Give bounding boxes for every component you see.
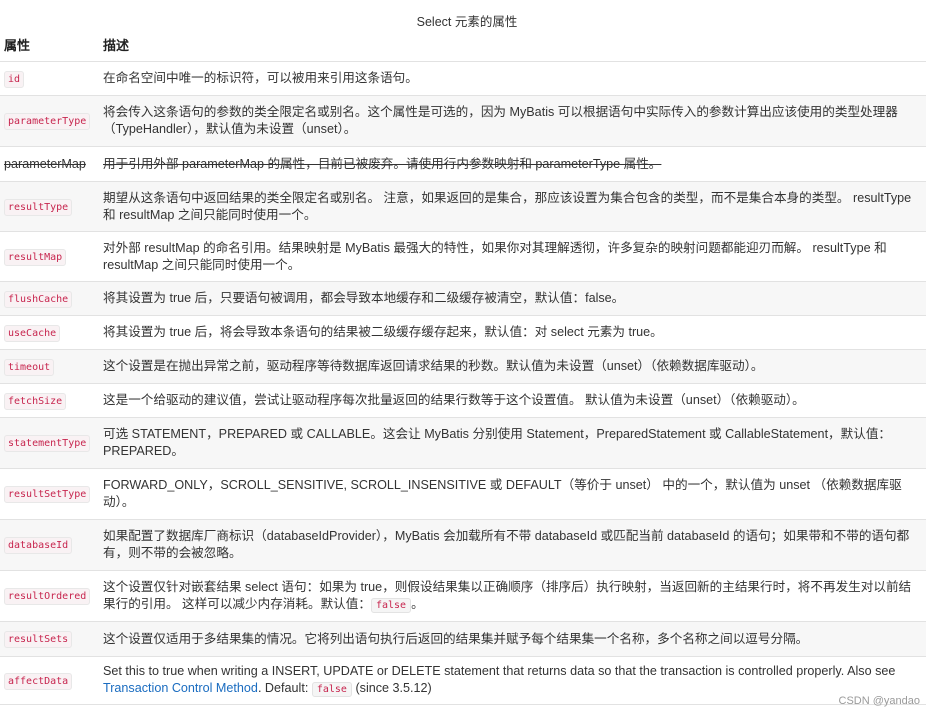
affectdata-desc-end: (since 3.5.12) <box>351 681 432 695</box>
attributes-table: 属性 描述 id 在命名空间中唯一的标识符，可以被用来引用这条语句。 param… <box>0 28 926 705</box>
attr-desc-resultordered: 这个设置仅针对嵌套结果 select 语句：如果为 true，则假设结果集以正确… <box>99 570 926 622</box>
attr-name-fetchsize: fetchSize <box>4 392 67 410</box>
resultordered-default-code: false <box>370 597 412 613</box>
page: Select 元素的属性 属性 描述 id 在命名空间中唯一的标识符，可以被用来… <box>0 0 934 712</box>
table-row-deprecated: parameterMap 用于引用外部 parameterMap 的属性，目前已… <box>0 146 926 182</box>
attr-name-parametermap: parameterMap <box>4 156 86 171</box>
table-row: resultSetType FORWARD_ONLY，SCROLL_SENSIT… <box>0 468 926 520</box>
attr-desc-fetchsize: 这是一个给驱动的建议值，尝试让驱动程序每次批量返回的结果行数等于这个设置值。 默… <box>99 383 926 418</box>
affectdata-desc-mid: . Default: <box>257 681 312 695</box>
header-desc: 描述 <box>99 28 926 62</box>
attr-desc-resulttype: 期望从这条语句中返回结果的类全限定名或别名。 注意，如果返回的是集合，那应该设置… <box>99 181 926 232</box>
attr-desc-parametermap: 用于引用外部 parameterMap 的属性，目前已被废弃。请使用行内参数映射… <box>99 146 926 182</box>
affectdata-desc-text: Set this to true when writing a INSERT, … <box>103 664 896 678</box>
table-row: resultMap 对外部 resultMap 的命名引用。结果映射是 MyBa… <box>0 231 926 282</box>
attr-name-flushcache: flushCache <box>4 290 73 308</box>
table-row: resultType 期望从这条语句中返回结果的类全限定名或别名。 注意，如果返… <box>0 181 926 232</box>
attr-desc-resultmap: 对外部 resultMap 的命名引用。结果映射是 MyBatis 最强大的特性… <box>99 231 926 282</box>
table-row: resultOrdered 这个设置仅针对嵌套结果 select 语句：如果为 … <box>0 570 926 622</box>
resultordered-desc-text: 这个设置仅针对嵌套结果 select 语句：如果为 true，则假设结果集以正确… <box>103 579 912 611</box>
attr-name-resultmap: resultMap <box>4 248 67 266</box>
attr-name-resultsets: resultSets <box>4 631 73 648</box>
resultordered-desc-end: 。 <box>411 596 424 611</box>
table-row: databaseId 如果配置了数据库厂商标识（databaseIdProvid… <box>0 519 926 571</box>
attr-name-usecache: useCache <box>4 324 61 342</box>
attr-name-databaseid: databaseId <box>4 537 73 554</box>
transaction-control-link[interactable]: Transaction Control Method <box>103 681 258 695</box>
affectdata-default-code: false <box>311 682 352 697</box>
table-row: parameterType 将会传入这条语句的参数的类全限定名或别名。这个属性是… <box>0 95 926 147</box>
attr-desc-statementtype: 可选 STATEMENT，PREPARED 或 CALLABLE。这会让 MyB… <box>99 417 926 469</box>
table-row: id 在命名空间中唯一的标识符，可以被用来引用这条语句。 <box>0 61 926 96</box>
attr-desc-parametertype: 将会传入这条语句的参数的类全限定名或别名。这个属性是可选的，因为 MyBatis… <box>99 95 926 147</box>
header-attr: 属性 <box>0 28 99 62</box>
table-row: useCache 将其设置为 true 后，将会导致本条语句的结果被二级缓存缓存… <box>0 315 926 350</box>
table-row: fetchSize 这是一个给驱动的建议值，尝试让驱动程序每次批量返回的结果行数… <box>0 383 926 418</box>
attr-name-parametertype: parameterType <box>4 113 91 130</box>
attr-desc-timeout: 这个设置是在抛出异常之前，驱动程序等待数据库返回请求结果的秒数。默认值为未设置（… <box>99 349 926 384</box>
attr-name-timeout: timeout <box>4 358 55 376</box>
attr-desc-resultsets: 这个设置仅适用于多结果集的情况。它将列出语句执行后返回的结果集并赋予每个结果集一… <box>99 621 926 657</box>
attr-name-statementtype: statementType <box>4 435 91 452</box>
table-header-row: 属性 描述 <box>0 28 926 62</box>
attr-desc-flushcache: 将其设置为 true 后，只要语句被调用，都会导致本地缓存和二级缓存被清空，默认… <box>99 281 926 316</box>
table-row: resultSets 这个设置仅适用于多结果集的情况。它将列出语句执行后返回的结… <box>0 621 926 657</box>
attr-name-resultordered: resultOrdered <box>4 588 91 605</box>
attr-name-resultsettype: resultSetType <box>4 486 91 503</box>
attr-name-id: id <box>4 70 25 88</box>
attr-desc-id: 在命名空间中唯一的标识符，可以被用来引用这条语句。 <box>99 61 926 96</box>
table-row: affectData Set this to true when writing… <box>0 656 926 705</box>
attr-name-affectdata: affectData <box>4 672 73 690</box>
attr-name-resulttype: resultType <box>4 198 73 216</box>
watermark: CSDN @yandao <box>838 695 920 707</box>
attr-desc-affectdata: Set this to true when writing a INSERT, … <box>99 656 926 705</box>
table-row: statementType 可选 STATEMENT，PREPARED 或 CA… <box>0 417 926 469</box>
table-row: flushCache 将其设置为 true 后，只要语句被调用，都会导致本地缓存… <box>0 281 926 316</box>
attr-desc-databaseid: 如果配置了数据库厂商标识（databaseIdProvider），MyBatis… <box>99 519 926 571</box>
attr-desc-resultsettype: FORWARD_ONLY，SCROLL_SENSITIVE, SCROLL_IN… <box>99 468 926 520</box>
table-row: timeout 这个设置是在抛出异常之前，驱动程序等待数据库返回请求结果的秒数。… <box>0 349 926 384</box>
table-caption: Select 元素的属性 <box>416 15 518 29</box>
attr-desc-usecache: 将其设置为 true 后，将会导致本条语句的结果被二级缓存缓存起来，默认值：对 … <box>99 315 926 350</box>
